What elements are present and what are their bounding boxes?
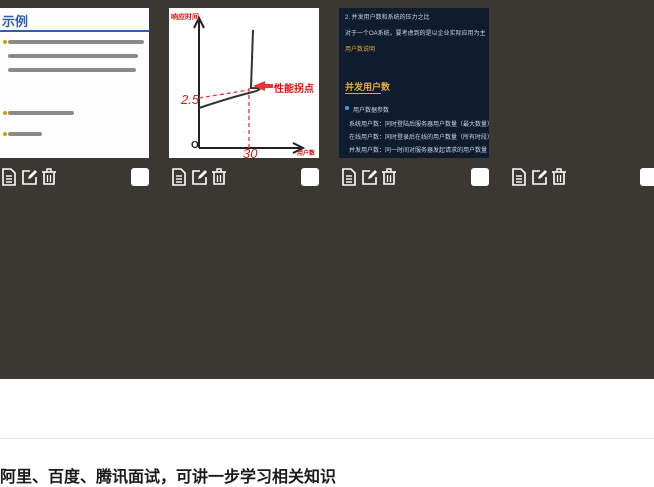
bullet-text: 在线用户数：同时登录后在线的用户数量（所有时段）	[349, 135, 489, 141]
x-axis-label: 用户数	[297, 151, 316, 157]
slide-4-toolbar	[510, 168, 570, 188]
slide-1-toolbar	[0, 168, 60, 188]
document-icon[interactable]	[511, 168, 527, 186]
slide-gallery-panel: 示例 响应时间 性能拐点 2.5 30 O 用户数 2. 并发用户数和系统的压力…	[0, 0, 654, 379]
bullet-text: 系统用户数：同时登陆后服务器用户数量（最大数量）	[349, 122, 489, 128]
trash-icon[interactable]	[41, 168, 57, 186]
slide-heading: 并发用户数	[345, 82, 391, 92]
edit-icon[interactable]	[361, 168, 377, 186]
text-line	[8, 54, 138, 58]
slide-text-line: 对于一个OA系统，要考虑到的是以企业实际应用为主	[345, 31, 486, 37]
text-line	[8, 68, 136, 72]
bullet-dot	[3, 40, 7, 44]
trash-icon[interactable]	[381, 168, 397, 186]
slide-3-checkbox[interactable]	[471, 168, 489, 186]
slide-title: 示例	[2, 14, 29, 29]
slide-4-checkbox[interactable]	[640, 168, 654, 186]
heading-underline	[345, 93, 381, 94]
document-icon[interactable]	[1, 168, 17, 186]
document-icon[interactable]	[341, 168, 357, 186]
bullet-dot	[3, 111, 7, 115]
edit-icon[interactable]	[531, 168, 547, 186]
trash-icon[interactable]	[211, 168, 227, 186]
y-axis-label: 响应时间	[171, 14, 199, 21]
title-rule	[0, 30, 149, 32]
slide-2-toolbar	[170, 168, 230, 188]
section-divider	[0, 438, 654, 439]
inflection-point-label: 性能拐点	[274, 84, 314, 95]
slide-text-line: 2. 并发用户数和系统的压力之比	[345, 15, 430, 21]
slide-thumbnail-3[interactable]: 2. 并发用户数和系统的压力之比 对于一个OA系统，要考虑到的是以企业实际应用为…	[339, 8, 489, 158]
slide-thumbnail-1[interactable]: 示例	[0, 8, 149, 158]
slide-2-checkbox[interactable]	[301, 168, 319, 186]
slide-1-checkbox[interactable]	[131, 168, 149, 186]
text-line	[8, 111, 74, 115]
bullet-dot	[345, 106, 349, 110]
handwritten-y-value: 2.5	[181, 92, 200, 107]
text-line	[8, 132, 42, 136]
edit-icon[interactable]	[21, 168, 37, 186]
bullet-text: 用户数据参数	[353, 108, 390, 114]
section-heading: 阿里、百度、腾讯面试，可讲一步学习相关知识	[0, 469, 337, 486]
slide-thumbnail-2[interactable]: 响应时间 性能拐点 2.5 30 O 用户数	[169, 8, 319, 158]
slide-marker: 用户数说明	[345, 47, 376, 53]
trash-icon[interactable]	[551, 168, 567, 186]
slide-3-toolbar	[340, 168, 400, 188]
edit-icon[interactable]	[191, 168, 207, 186]
bullet-text: 并发用户数：同一时间对服务器发起请求的用户数量	[349, 148, 488, 154]
handwritten-x-value: 30	[243, 146, 258, 158]
text-line	[8, 40, 144, 44]
bullet-dot	[3, 132, 7, 136]
document-icon[interactable]	[171, 168, 187, 186]
origin-label: O	[191, 140, 199, 151]
